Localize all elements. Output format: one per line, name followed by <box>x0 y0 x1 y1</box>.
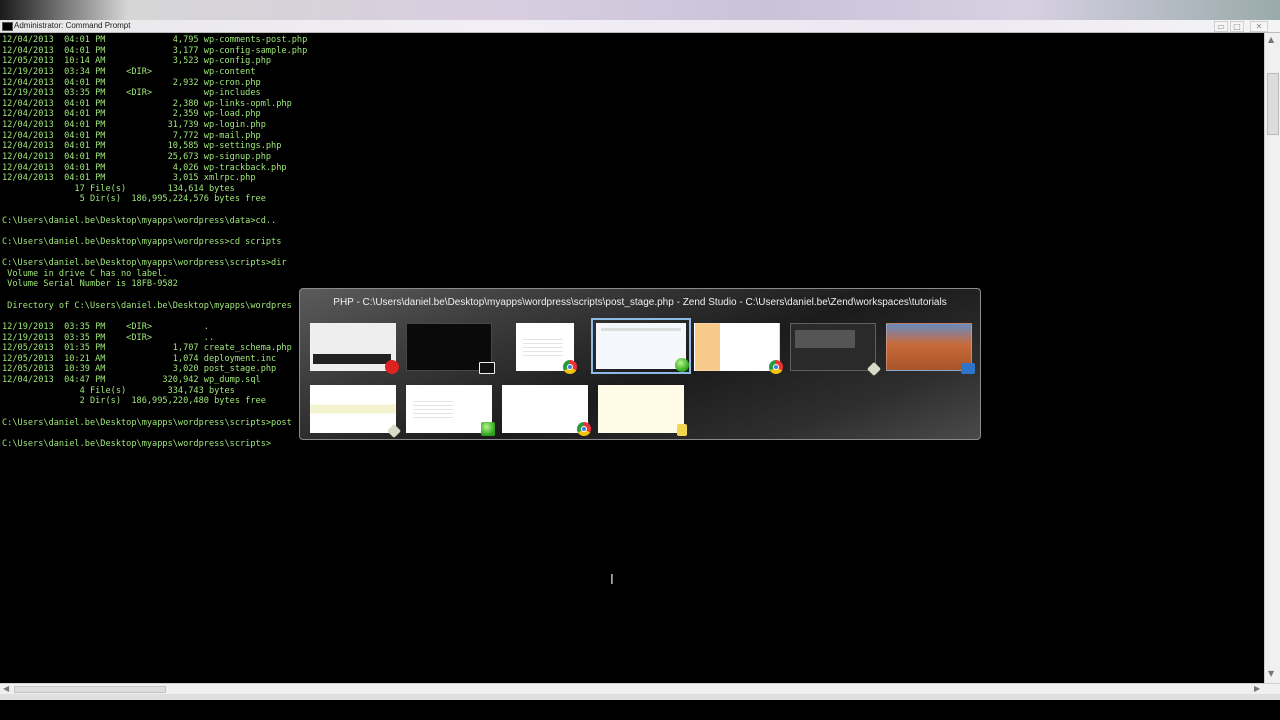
window-thumb-chrome-1[interactable] <box>516 323 577 374</box>
console-line: 12/05/2013 10:21 AM 1,074 deployment.inc <box>2 353 277 364</box>
console-line: 12/04/2013 04:01 PM 10,585 wp-settings.p… <box>2 141 282 152</box>
window-titlebar[interactable]: Administrator: Command Prompt ▭ □ ✕ <box>0 20 1280 33</box>
document-icon <box>481 422 495 436</box>
console-line: 12/04/2013 04:01 PM 31,739 wp-login.php <box>2 120 266 130</box>
vertical-scroll-thumb[interactable] <box>1267 73 1279 135</box>
console-line: 12/04/2013 04:01 PM 4,795 wp-comments-po… <box>2 35 308 45</box>
window-thumb-command-prompt[interactable] <box>406 323 495 374</box>
window-thumb-recorder[interactable] <box>790 323 882 377</box>
console-line: Volume Serial Number is 18FB-9582 <box>7 279 178 290</box>
window-thumb-notepad[interactable] <box>310 385 402 439</box>
window-title: Administrator: Command Prompt <box>14 21 131 30</box>
close-button[interactable]: ✕ <box>1250 21 1268 32</box>
switcher-caption: PHP - C:\Users\daniel.be\Desktop\myapps\… <box>333 297 947 308</box>
folder-icon <box>677 424 687 436</box>
recorder-preview <box>795 330 855 348</box>
console-line: 12/04/2013 04:01 PM 2,932 wp-cron.php <box>2 77 261 88</box>
console-line: 5 Dir(s) 186,995,224,576 bytes free <box>79 194 266 205</box>
minimize-button[interactable]: ▭ <box>1214 21 1228 32</box>
window-thumb-folder[interactable] <box>598 385 687 436</box>
console-line: 12/19/2013 03:35 PM <DIR> . <box>2 321 209 332</box>
window-thumb-zend-studio[interactable] <box>591 318 691 374</box>
top-desktop-strip <box>0 0 1280 20</box>
media-player-icon <box>313 354 391 364</box>
thumb-text-lines <box>413 398 453 418</box>
console-line: 12/05/2013 10:39 AM 3,020 post_stage.php <box>2 364 277 375</box>
console-line: C:\Users\daniel.be\Desktop\myapps\wordpr… <box>2 438 272 449</box>
console-line: C:\Users\daniel.be\Desktop\myapps\wordpr… <box>2 258 287 269</box>
console-line: 12/05/2013 10:14 AM 3,523 wp-config.php <box>2 56 272 67</box>
thumb-text-lines <box>523 336 563 356</box>
console-line: C:\Users\daniel.be\Desktop\myapps\wordpr… <box>2 417 292 428</box>
window-bottom-border <box>0 694 1280 700</box>
console-line: 12/04/2013 04:01 PM 25,673 wp-signup.php <box>2 151 272 162</box>
console-line: 4 File(s) 334,743 bytes <box>79 385 235 396</box>
scroll-up-icon[interactable]: ▲ <box>1268 35 1274 44</box>
console-line: Volume in drive C has no label. <box>7 268 168 279</box>
chrome-icon <box>563 360 577 374</box>
console-line: C:\Users\daniel.be\Desktop\myapps\wordpr… <box>2 236 282 247</box>
recorder-icon <box>866 361 882 377</box>
chrome-icon <box>577 422 591 436</box>
console-line: 17 File(s) 134,614 bytes <box>74 183 235 194</box>
console-line: 12/04/2013 04:01 PM 3,177 wp-config-samp… <box>2 45 308 56</box>
console-line: 12/19/2013 03:35 PM <DIR> .. <box>2 332 215 343</box>
vertical-scrollbar[interactable]: ▲ ▼ <box>1264 33 1280 683</box>
scroll-down-icon[interactable]: ▼ <box>1268 669 1274 678</box>
console-line: 12/19/2013 03:35 PM <DIR> wp-includes <box>2 88 261 99</box>
media-player-badge-icon <box>385 360 399 374</box>
alt-tab-switcher: PHP - C:\Users\daniel.be\Desktop\myapps\… <box>299 288 981 440</box>
window-thumb-media-player[interactable] <box>310 323 399 374</box>
console-line: 12/04/2013 04:47 PM 320,942 wp_dump.sql <box>2 375 261 385</box>
notepad-icon <box>386 423 402 439</box>
console-line: Directory of C:\Users\daniel.be\Desktop\… <box>7 300 292 311</box>
console-line: 12/04/2013 04:01 PM 7,772 wp-mail.php <box>2 130 261 141</box>
console-line: 12/04/2013 04:01 PM 4,026 wp-trackback.p… <box>2 162 287 173</box>
thumb-toolbar <box>601 328 681 331</box>
window-thumb-chrome-2[interactable] <box>694 323 783 374</box>
command-prompt-badge-icon <box>479 362 495 374</box>
desktop-icon <box>961 363 975 374</box>
command-prompt-icon <box>2 22 13 31</box>
maximize-button[interactable]: □ <box>1230 21 1244 32</box>
chrome-icon <box>769 360 783 374</box>
scroll-right-icon[interactable]: ▶ <box>1254 684 1260 694</box>
console-line: 12/19/2013 03:34 PM <DIR> wp-content <box>2 66 256 77</box>
console-line: 12/04/2013 04:01 PM 3,015 xmlrpc.php <box>2 173 256 184</box>
console-line: 12/04/2013 04:01 PM 2,380 wp-links-opml.… <box>2 98 292 109</box>
horizontal-scroll-thumb[interactable] <box>14 686 166 693</box>
scroll-left-icon[interactable]: ◀ <box>3 684 9 694</box>
console-line: C:\Users\daniel.be\Desktop\myapps\wordpr… <box>2 215 277 226</box>
console-line: 12/05/2013 01:35 PM 1,707 create_schema.… <box>2 343 292 354</box>
zend-studio-icon <box>675 358 689 372</box>
window-thumb-desktop[interactable] <box>886 323 975 374</box>
console-line: 2 Dir(s) 186,995,220,480 bytes free <box>79 396 266 407</box>
horizontal-scrollbar[interactable]: ◀ ▶ <box>0 683 1280 694</box>
text-cursor-icon: I <box>610 573 614 588</box>
console-line: 12/04/2013 04:01 PM 2,359 wp-load.php <box>2 109 261 120</box>
window-thumb-document[interactable] <box>406 385 495 436</box>
window-thumb-chrome-3[interactable] <box>502 385 591 436</box>
